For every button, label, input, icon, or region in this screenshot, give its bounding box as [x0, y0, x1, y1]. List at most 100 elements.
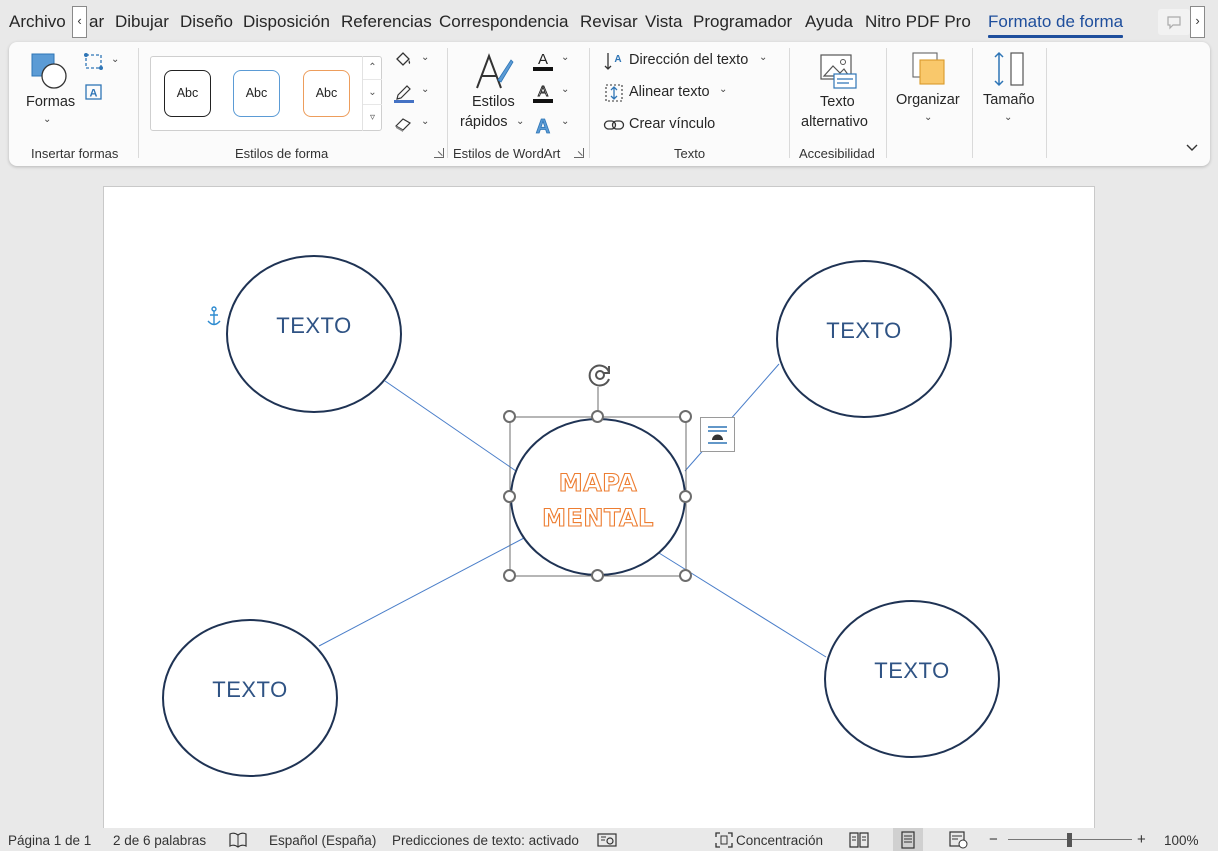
comment-icon: [1167, 16, 1181, 30]
gallery-down-button[interactable]: ⌄: [363, 81, 382, 105]
word-count[interactable]: 2 de 6 palabras: [113, 833, 206, 848]
node-text-bottom-left[interactable]: TEXTO: [163, 677, 337, 703]
edit-shape-button[interactable]: ⌄: [83, 52, 123, 74]
group-divider: [972, 48, 973, 158]
tab-ayuda[interactable]: Ayuda: [805, 12, 853, 32]
shape-style-orange[interactable]: Abc: [303, 70, 350, 117]
print-layout-button[interactable]: [893, 828, 923, 851]
tab-scroll-right-button[interactable]: ›: [1190, 6, 1205, 38]
document-page[interactable]: TEXTO TEXTO TEXTO TEXTO MAPA MENTAL: [103, 186, 1095, 836]
zoom-level[interactable]: 100%: [1164, 833, 1199, 848]
resize-handle-top[interactable]: [591, 410, 604, 423]
shape-outline-button[interactable]: ⌄: [393, 82, 433, 104]
crear-vinculo-button[interactable]: Crear vínculo: [603, 114, 723, 136]
text-outline-button[interactable]: A ⌄: [531, 82, 571, 104]
resize-handle-left[interactable]: [503, 490, 516, 503]
web-layout-button[interactable]: [943, 828, 973, 851]
align-text-icon: [605, 84, 623, 102]
tab-revisar[interactable]: Revisar: [580, 12, 638, 32]
resize-handle-right[interactable]: [679, 490, 692, 503]
zoom-out-button[interactable]: −: [989, 831, 998, 848]
layout-options-button[interactable]: [700, 417, 735, 452]
gallery-more-button[interactable]: ▿: [363, 106, 382, 130]
center-node-text[interactable]: MAPA MENTAL: [511, 466, 685, 536]
tab-dibujar[interactable]: Dibujar: [115, 12, 169, 32]
shape-styles-launcher[interactable]: [434, 148, 444, 158]
text-fill-icon: A: [533, 51, 553, 71]
anchor-icon: [207, 306, 221, 326]
group-label-texto: Texto: [674, 146, 706, 161]
formas-button[interactable]: Formas ⌄: [21, 50, 77, 130]
text-outline-icon: A: [533, 83, 553, 103]
group-label-estilos-de-wordart: Estilos de WordArt: [453, 146, 561, 161]
comments-button[interactable]: [1158, 9, 1190, 35]
group-label-estilos-de-forma: Estilos de forma: [235, 146, 329, 161]
texto-alternativo-button[interactable]: Texto alternativo: [795, 50, 881, 134]
book-icon: [849, 832, 869, 848]
rotate-handle[interactable]: [584, 361, 614, 389]
resize-handle-top-right[interactable]: [679, 410, 692, 423]
text-effects-icon: A: [535, 116, 550, 139]
text-direction-icon: A: [604, 53, 622, 70]
node-text-top-left[interactable]: TEXTO: [227, 313, 401, 339]
proofing-icon[interactable]: [228, 831, 248, 851]
organizar-button[interactable]: Organizar ⌄: [893, 50, 967, 134]
focus-mode-icon[interactable]: [714, 831, 734, 851]
formas-label: Formas: [26, 94, 76, 110]
zoom-slider-thumb[interactable]: [1067, 833, 1072, 847]
shape-effects-icon: [395, 118, 411, 132]
language-status[interactable]: Español (España): [269, 833, 376, 848]
tab-diseno[interactable]: Diseño: [180, 12, 233, 32]
accessibility-check-icon[interactable]: [597, 831, 617, 851]
center-text-line2: MENTAL: [542, 503, 654, 532]
text-fill-button[interactable]: A ⌄: [531, 50, 571, 72]
tab-archivo[interactable]: Archivo: [9, 12, 66, 32]
shape-fill-button[interactable]: ⌄: [393, 50, 433, 72]
resize-handle-bottom-left[interactable]: [503, 569, 516, 582]
group-divider: [1046, 48, 1047, 158]
chevron-down-icon: ⌄: [516, 116, 525, 127]
node-text-top-right[interactable]: TEXTO: [777, 318, 951, 344]
center-text-line1: MAPA: [558, 468, 638, 497]
text-effects-button[interactable]: A ⌄: [531, 114, 571, 139]
crear-vinculo-label: Crear vínculo: [629, 116, 716, 132]
node-text-bottom-right[interactable]: TEXTO: [825, 658, 999, 684]
group-divider: [789, 48, 790, 158]
connector-line: [318, 537, 525, 647]
direccion-texto-button[interactable]: A Dirección del texto ⌄: [603, 50, 773, 72]
tab-disposicion[interactable]: Disposición: [243, 12, 330, 32]
ribbon-expand-button[interactable]: [1183, 138, 1201, 156]
chevron-down-icon: ⌄: [561, 116, 570, 127]
group-label-accesibilidad: Accesibilidad: [799, 146, 875, 161]
zoom-in-button[interactable]: +: [1137, 831, 1146, 848]
tab-nitro-pdf-pro[interactable]: Nitro PDF Pro: [865, 12, 971, 32]
tab-insertar-partial[interactable]: ar: [89, 12, 104, 32]
tab-vista[interactable]: Vista: [645, 12, 683, 32]
svg-text:A: A: [536, 116, 550, 136]
page-count[interactable]: Página 1 de 1: [8, 833, 91, 848]
text-predictions-status[interactable]: Predicciones de texto: activado: [392, 833, 579, 848]
wordart-launcher[interactable]: [574, 148, 584, 158]
chevron-down-icon: ⌄: [759, 52, 768, 63]
tab-formato-de-forma[interactable]: Formato de forma: [988, 12, 1124, 38]
tab-scroll-left-button[interactable]: ‹: [72, 6, 87, 38]
resize-handle-top-left[interactable]: [503, 410, 516, 423]
shape-style-blue[interactable]: Abc: [233, 70, 280, 117]
text-box-button[interactable]: A: [83, 82, 105, 104]
tab-correspondencia[interactable]: Correspondencia: [439, 12, 568, 32]
resize-handle-bottom-right[interactable]: [679, 569, 692, 582]
tab-referencias[interactable]: Referencias: [341, 12, 432, 32]
read-mode-button[interactable]: [844, 828, 874, 851]
shapes-icon: [31, 53, 67, 89]
tab-programador[interactable]: Programador: [693, 12, 792, 32]
alinear-texto-button[interactable]: Alinear texto ⌄: [603, 82, 733, 104]
tamano-button[interactable]: Tamaño ⌄: [977, 50, 1045, 134]
resize-handle-bottom[interactable]: [591, 569, 604, 582]
shape-style-dark[interactable]: Abc: [164, 70, 211, 117]
gallery-scroll: ⌃ ⌄ ▿: [362, 56, 382, 131]
estilos-rapidos-button[interactable]: Estilos rápidos ⌄: [455, 50, 529, 134]
rapidos-label: rápidos: [460, 114, 508, 130]
focus-mode-button[interactable]: Concentración: [736, 833, 823, 848]
shape-effects-button[interactable]: ⌄: [393, 114, 433, 136]
gallery-up-button[interactable]: ⌃: [363, 56, 382, 80]
